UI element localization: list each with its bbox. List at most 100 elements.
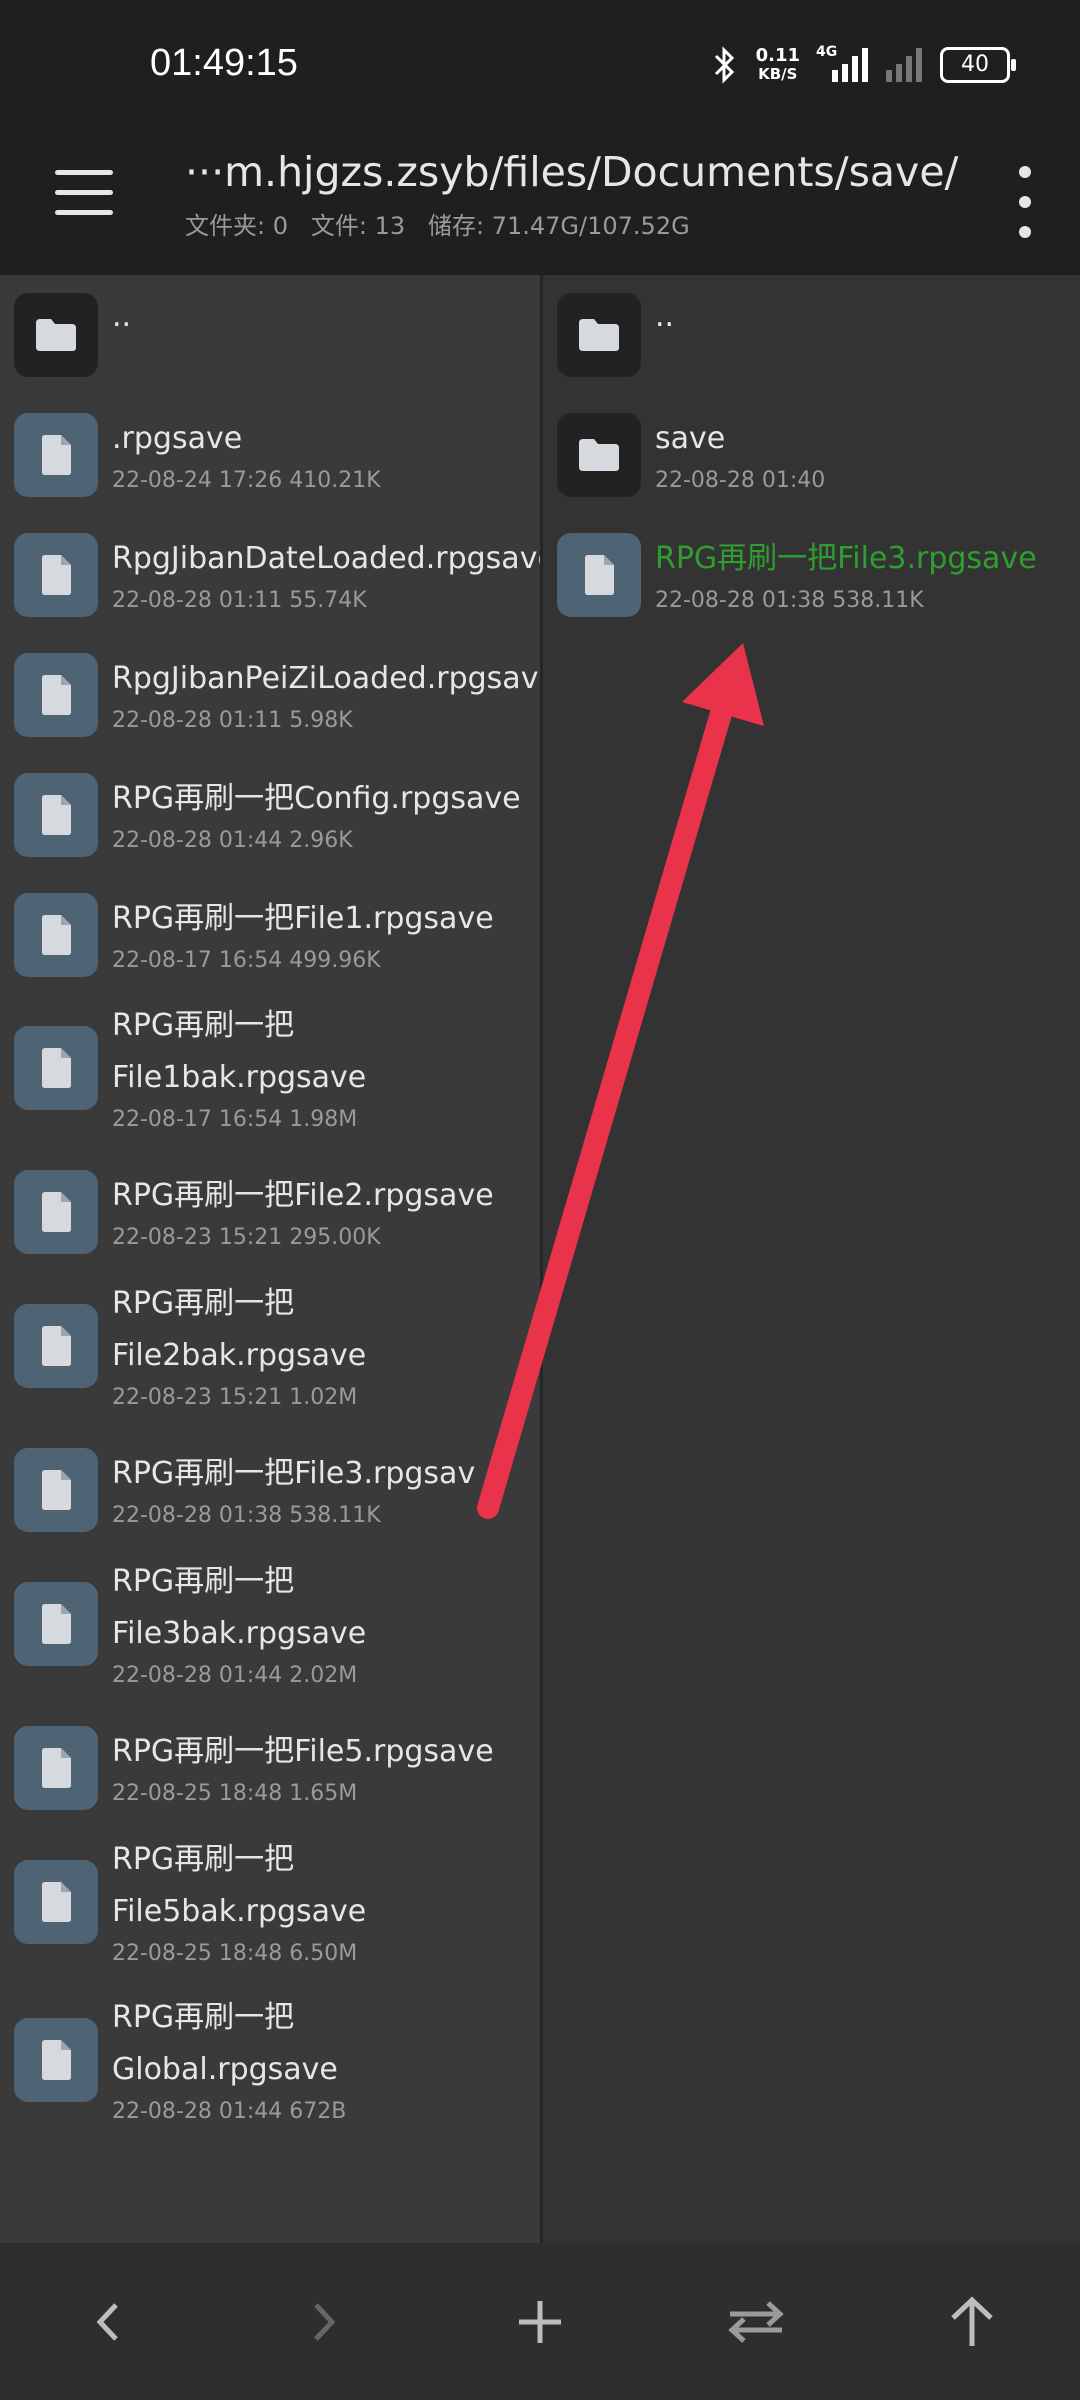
file-icon (14, 1304, 98, 1388)
file-name: RpgJibanDateLoaded.rpgsave (112, 541, 540, 576)
signal-4g: 4G (816, 44, 868, 82)
file-meta: 22-08-23 15:21 1.02M (112, 1385, 358, 1410)
list-item-parent-folder[interactable]: .. (0, 293, 131, 377)
list-item[interactable]: RPG再刷一把 File2bak.rpgsave 22-08-23 15:21 1.… (0, 1278, 366, 1414)
file-meta: 22-08-25 18:48 6.50M (112, 1941, 358, 1966)
list-item[interactable]: .rpgsave 22-08-24 17:26 410.21K (0, 413, 381, 497)
list-item[interactable]: RpgJibanPeiZiLoaded.rpgsave 22-08-28 01:1… (0, 653, 540, 737)
bottom-toolbar (0, 2243, 1080, 2400)
file-name: RPG再刷一把File3.rpgsav (112, 1456, 476, 1491)
file-name-line1: RPG再刷一把 (112, 1008, 295, 1043)
file-meta: 22-08-23 15:21 295.00K (112, 1225, 381, 1250)
file-name: RPG再刷一把File2.rpgsave (112, 1178, 494, 1213)
file-icon (14, 2018, 98, 2102)
file-icon (14, 1448, 98, 1532)
back-button[interactable] (58, 2272, 158, 2372)
list-item[interactable]: RpgJibanDateLoaded.rpgsave 22-08-28 01:11… (0, 533, 540, 617)
file-icon (14, 893, 98, 977)
list-item[interactable]: RPG再刷一把 File5bak.rpgsave 22-08-25 18:48 6.… (0, 1834, 366, 1970)
file-icon (14, 413, 98, 497)
more-options-button[interactable] (1010, 166, 1040, 238)
file-icon (14, 773, 98, 857)
net-speed-value: 0.11 (755, 45, 800, 66)
file-name-line2: File2bak.rpgsave (112, 1338, 367, 1373)
right-file-pane[interactable]: .. save 22-08-28 01:40 RPG再刷一把File3.rpgsa… (543, 275, 1080, 2243)
file-icon (14, 1170, 98, 1254)
status-icons: 0.11 KB/S 4G 40 (712, 44, 1016, 84)
list-item[interactable]: RPG再刷一把 Global.rpgsave 22-08-28 01:44 672B (0, 1992, 346, 2128)
net-speed: 0.11 KB/S (755, 45, 800, 84)
menu-button[interactable] (55, 168, 113, 218)
file-meta: 22-08-17 16:54 1.98M (112, 1107, 358, 1132)
file-meta: 22-08-28 01:38 538.11K (112, 1503, 381, 1528)
list-item[interactable]: RPG再刷一把 File3bak.rpgsave 22-08-28 01:44 2.… (0, 1556, 366, 1692)
bluetooth-icon (714, 46, 734, 84)
file-meta: 22-08-25 18:48 1.65M (112, 1781, 358, 1806)
go-up-button[interactable] (922, 2272, 1022, 2372)
list-item-parent-folder[interactable]: .. (543, 293, 674, 377)
list-item[interactable]: RPG再刷一把File2.rpgsave 22-08-23 15:21 295.0… (0, 1170, 494, 1254)
status-bar: 01:49:15 0.11 KB/S 4G 40 (0, 0, 1080, 130)
arrow-up-icon (951, 2296, 993, 2346)
chevron-right-icon (314, 2302, 336, 2341)
file-name: .. (655, 299, 675, 334)
file-name-line1: RPG再刷一把 (112, 1286, 295, 1321)
file-name: RPG再刷一把File3.rpgsave (655, 541, 1037, 576)
file-icon (557, 533, 641, 617)
file-name-line1: RPG再刷一把 (112, 1564, 295, 1599)
file-name: RpgJibanPeiZiLoaded.rpgsave (112, 661, 540, 696)
left-file-pane[interactable]: .. .rpgsave 22-08-24 17:26 410.21K RpgJib… (0, 275, 540, 2243)
forward-button[interactable] (274, 2272, 374, 2372)
list-item[interactable]: RPG再刷一把Config.rpgsave 22-08-28 01:44 2.96… (0, 773, 521, 857)
file-meta: 22-08-28 01:44 2.02M (112, 1663, 358, 1688)
list-item[interactable]: RPG再刷一把File3.rpgsav 22-08-28 01:38 538.11… (0, 1448, 475, 1532)
folder-icon (557, 413, 641, 497)
swap-icon (728, 2300, 784, 2343)
folder-icon (557, 293, 641, 377)
file-icon (14, 1582, 98, 1666)
file-icon (14, 653, 98, 737)
folder-icon (14, 293, 98, 377)
file-icon (14, 533, 98, 617)
file-name: save (655, 421, 726, 456)
file-meta: 22-08-28 01:38 538.11K (655, 588, 924, 613)
file-name-line2: File5bak.rpgsave (112, 1894, 367, 1929)
add-button[interactable] (490, 2272, 590, 2372)
network-type: 4G (816, 44, 838, 60)
list-item-highlighted[interactable]: RPG再刷一把File3.rpgsave 22-08-28 01:38 538.1… (543, 533, 1037, 617)
file-name: RPG再刷一把File1.rpgsave (112, 901, 494, 936)
signal-strength-icon (832, 48, 868, 82)
file-name-line1: RPG再刷一把 (112, 2000, 295, 2035)
current-path: ···m.hjgzs.zsyb/files/Documents/save/ (185, 148, 959, 196)
storage-info: 文件夹: 0 文件: 13 储存: 71.47G/107.52G (185, 212, 690, 240)
file-name: RPG再刷一把File5.rpgsave (112, 1734, 494, 1769)
file-name-line1: RPG再刷一把 (112, 1842, 295, 1877)
swap-panes-button[interactable] (706, 2272, 806, 2372)
file-meta: 22-08-24 17:26 410.21K (112, 468, 381, 493)
file-icon (14, 1026, 98, 1110)
list-item[interactable]: RPG再刷一把File5.rpgsave 22-08-25 18:48 1.65M (0, 1726, 494, 1810)
list-item-folder[interactable]: save 22-08-28 01:40 (543, 413, 825, 497)
file-name: RPG再刷一把Config.rpgsave (112, 781, 521, 816)
file-meta: 22-08-28 01:44 2.96K (112, 828, 353, 853)
file-name-line2: Global.rpgsave (112, 2052, 338, 2087)
file-meta: 22-08-28 01:44 672B (112, 2099, 347, 2124)
file-meta: 22-08-28 01:40 (655, 468, 826, 493)
file-meta: 22-08-28 01:11 55.74K (112, 588, 367, 613)
battery-icon: 40 (940, 47, 1016, 83)
file-meta: 22-08-17 16:54 499.96K (112, 948, 381, 973)
file-meta: 22-08-28 01:11 5.98K (112, 708, 353, 733)
file-icon (14, 1726, 98, 1810)
list-item[interactable]: RPG再刷一把File1.rpgsave 22-08-17 16:54 499.9… (0, 893, 494, 977)
file-name-line2: File1bak.rpgsave (112, 1060, 367, 1095)
file-name-line2: File3bak.rpgsave (112, 1616, 367, 1651)
file-icon (14, 1860, 98, 1944)
chevron-left-icon (96, 2302, 118, 2341)
net-speed-unit: KB/S (758, 65, 798, 83)
plus-icon (519, 2300, 561, 2343)
file-name: .rpgsave (112, 421, 243, 456)
status-time: 01:49:15 (150, 42, 298, 84)
signal-no-service-icon (886, 48, 922, 82)
file-name: .. (112, 299, 132, 334)
list-item[interactable]: RPG再刷一把 File1bak.rpgsave 22-08-17 16:54 1.… (0, 1000, 366, 1136)
